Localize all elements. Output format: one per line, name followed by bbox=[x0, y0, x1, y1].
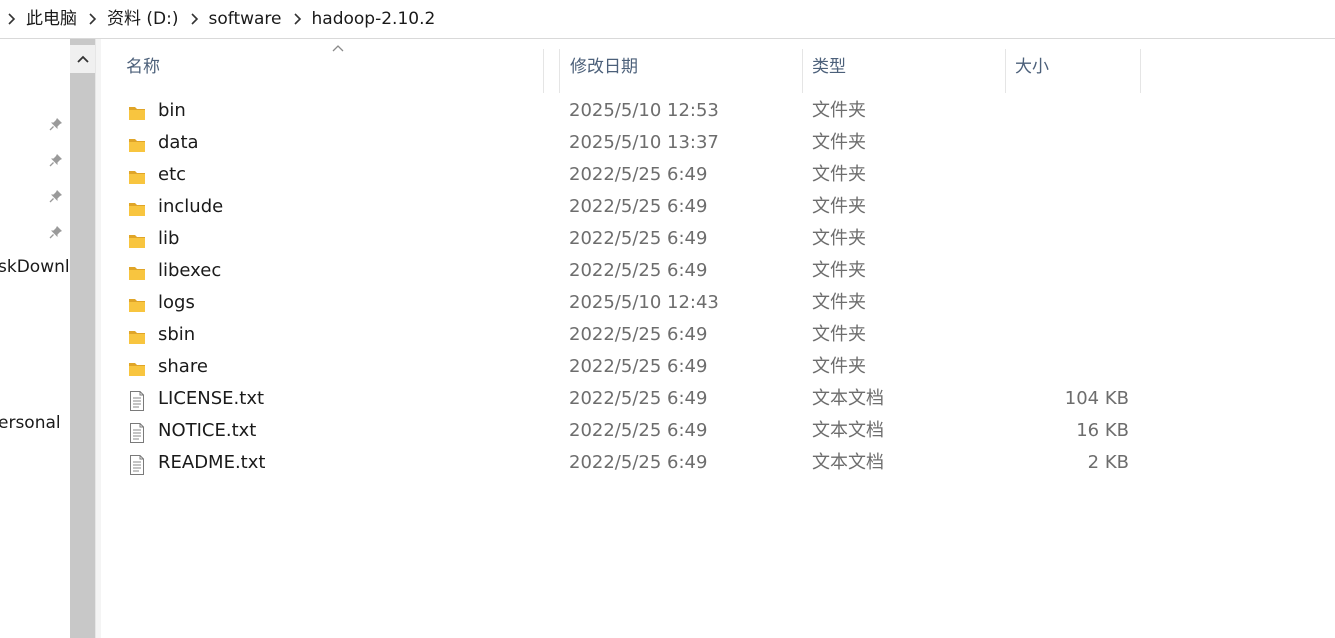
file-type: 文件夹 bbox=[812, 196, 866, 217]
pin-icon[interactable] bbox=[48, 116, 64, 132]
folder-icon bbox=[128, 102, 146, 122]
address-bar[interactable]: 此电脑 资料 (D:) software hadoop-2.10.2 bbox=[0, 0, 1335, 39]
file-modified-date: 2022/5/25 6:49 bbox=[569, 324, 708, 345]
file-modified-date: 2022/5/25 6:49 bbox=[569, 452, 708, 473]
text-file-icon bbox=[128, 422, 146, 443]
file-modified-date: 2025/5/10 12:43 bbox=[569, 292, 719, 313]
pin-icon[interactable] bbox=[48, 224, 64, 240]
breadcrumb-hadoop[interactable]: hadoop-2.10.2 bbox=[308, 0, 440, 38]
folder-icon bbox=[128, 230, 146, 250]
file-row[interactable]: sbin 2022/5/25 6:49 文件夹 bbox=[100, 319, 1140, 351]
file-modified-date: 2022/5/25 6:49 bbox=[569, 228, 708, 249]
file-name: logs bbox=[158, 292, 195, 313]
file-name: share bbox=[158, 356, 208, 377]
file-row[interactable]: include 2022/5/25 6:49 文件夹 bbox=[100, 191, 1140, 223]
file-row[interactable]: libexec 2022/5/25 6:49 文件夹 bbox=[100, 255, 1140, 287]
file-row[interactable]: etc 2022/5/25 6:49 文件夹 bbox=[100, 159, 1140, 191]
file-type: 文本文档 bbox=[812, 388, 884, 409]
file-row[interactable]: bin 2025/5/10 12:53 文件夹 bbox=[100, 95, 1140, 127]
file-modified-date: 2022/5/25 6:49 bbox=[569, 164, 708, 185]
column-header-date[interactable]: 修改日期 bbox=[543, 49, 803, 93]
file-modified-date: 2022/5/25 6:49 bbox=[569, 196, 708, 217]
text-file-icon bbox=[128, 390, 146, 411]
file-type: 文件夹 bbox=[812, 260, 866, 281]
file-row[interactable]: data 2025/5/10 13:37 文件夹 bbox=[100, 127, 1140, 159]
folder-icon bbox=[128, 198, 146, 218]
pin-icon[interactable] bbox=[48, 152, 64, 168]
file-modified-date: 2022/5/25 6:49 bbox=[569, 420, 708, 441]
nav-item-personal[interactable]: ersonal bbox=[0, 413, 61, 433]
file-type: 文本文档 bbox=[812, 452, 884, 473]
file-row[interactable]: LICENSE.txt 2022/5/25 6:49 文本文档 104 KB bbox=[100, 383, 1140, 415]
file-modified-date: 2022/5/25 6:49 bbox=[569, 388, 708, 409]
file-type: 文件夹 bbox=[812, 132, 866, 153]
file-row[interactable]: share 2022/5/25 6:49 文件夹 bbox=[100, 351, 1140, 383]
file-modified-date: 2025/5/10 12:53 bbox=[569, 100, 719, 121]
file-list[interactable]: 名称 修改日期 类型 大小 bin 2025/5/10 12:53 文件夹 data 2… bbox=[100, 39, 1335, 638]
breadcrumb-software[interactable]: software bbox=[205, 0, 286, 38]
file-modified-date: 2022/5/25 6:49 bbox=[569, 356, 708, 377]
file-size: 2 KB bbox=[1087, 452, 1129, 473]
column-header-type[interactable]: 类型 bbox=[786, 49, 1006, 93]
file-name: lib bbox=[158, 228, 180, 249]
file-name: include bbox=[158, 196, 224, 217]
file-modified-date: 2022/5/25 6:49 bbox=[569, 260, 708, 281]
folder-icon bbox=[128, 358, 146, 378]
nav-scrollbar[interactable] bbox=[70, 39, 95, 638]
chevron-right-icon[interactable] bbox=[81, 0, 103, 38]
file-name: sbin bbox=[158, 324, 196, 345]
pin-icon[interactable] bbox=[48, 188, 64, 204]
file-row[interactable]: lib 2022/5/25 6:49 文件夹 bbox=[100, 223, 1140, 255]
chevron-right-icon[interactable] bbox=[0, 0, 22, 38]
file-row[interactable]: logs 2025/5/10 12:43 文件夹 bbox=[100, 287, 1140, 319]
folder-icon bbox=[128, 166, 146, 186]
file-name: etc bbox=[158, 164, 187, 185]
file-name: LICENSE.txt bbox=[158, 388, 265, 409]
file-row[interactable]: NOTICE.txt 2022/5/25 6:49 文本文档 16 KB bbox=[100, 415, 1140, 447]
file-type: 文本文档 bbox=[812, 420, 884, 441]
folder-icon bbox=[128, 326, 146, 346]
file-row[interactable]: README.txt 2022/5/25 6:49 文本文档 2 KB bbox=[100, 447, 1140, 479]
folder-icon bbox=[128, 134, 146, 154]
file-modified-date: 2025/5/10 13:37 bbox=[569, 132, 719, 153]
column-header-name[interactable]: 名称 bbox=[100, 49, 560, 93]
chevron-right-icon[interactable] bbox=[286, 0, 308, 38]
file-type: 文件夹 bbox=[812, 164, 866, 185]
file-name: libexec bbox=[158, 260, 222, 281]
file-name: README.txt bbox=[158, 452, 266, 473]
file-size: 104 KB bbox=[1064, 388, 1129, 409]
file-type: 文件夹 bbox=[812, 356, 866, 377]
chevron-right-icon[interactable] bbox=[183, 0, 205, 38]
file-type: 文件夹 bbox=[812, 100, 866, 121]
file-name: bin bbox=[158, 100, 186, 121]
file-name: data bbox=[158, 132, 199, 153]
chevron-up-icon bbox=[76, 55, 89, 63]
navigation-pane[interactable]: skDownlo ersonal bbox=[0, 39, 70, 638]
file-name: NOTICE.txt bbox=[158, 420, 257, 441]
file-type: 文件夹 bbox=[812, 292, 866, 313]
column-header-size[interactable]: 大小 bbox=[989, 49, 1141, 93]
breadcrumb-this-pc[interactable]: 此电脑 bbox=[22, 0, 81, 38]
text-file-icon bbox=[128, 454, 146, 475]
file-type: 文件夹 bbox=[812, 324, 866, 345]
breadcrumb-drive-d[interactable]: 资料 (D:) bbox=[103, 0, 183, 38]
file-type: 文件夹 bbox=[812, 228, 866, 249]
nav-item-downloads[interactable]: skDownlo bbox=[0, 257, 70, 277]
folder-icon bbox=[128, 294, 146, 314]
file-size: 16 KB bbox=[1076, 420, 1129, 441]
folder-icon bbox=[128, 262, 146, 282]
scroll-up-button[interactable] bbox=[70, 45, 95, 73]
